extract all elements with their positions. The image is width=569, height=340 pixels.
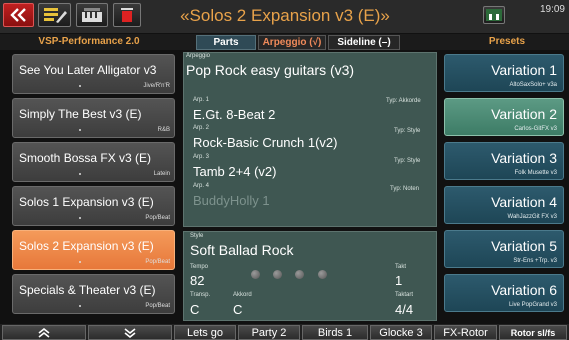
quick-button[interactable]: Birds 1 bbox=[302, 325, 368, 340]
style-item[interactable]: Specials & Theater v3 (E) Pop/Beat bbox=[12, 274, 175, 314]
taktart-label: Taktart bbox=[395, 292, 414, 298]
arp-value[interactable]: Tamb 2+4 (v2) bbox=[193, 164, 276, 179]
style-item-selected[interactable]: Solos 2 Expansion v3 (E) Pop/Beat bbox=[12, 230, 175, 270]
beat-indicator bbox=[295, 270, 304, 279]
variation-button[interactable]: Variation 3 Folk Musette v3 bbox=[444, 142, 564, 180]
pitch-bend-icon bbox=[486, 9, 502, 21]
quick-button[interactable]: FX-Rotor bbox=[434, 325, 497, 340]
arpeggio-label: Arpeggio bbox=[186, 53, 211, 59]
tab-sideline[interactable]: Sideline (–) bbox=[328, 35, 400, 50]
akkord-label: Akkord bbox=[233, 292, 252, 298]
arp-value[interactable]: Rock-Basic Crunch 1(v2) bbox=[193, 135, 338, 150]
variation-button[interactable]: Variation 6 Live PopGrand v3 bbox=[444, 274, 564, 312]
double-chevron-down-icon bbox=[124, 327, 136, 338]
arp-type: Typ: Noten bbox=[390, 186, 420, 192]
edit-style-icon bbox=[43, 8, 67, 23]
takt-value: 1 bbox=[395, 273, 403, 288]
back-button[interactable] bbox=[3, 3, 34, 27]
arp-label: Arp. 4 bbox=[193, 183, 210, 189]
scroll-down-button[interactable] bbox=[88, 325, 172, 340]
variation-button[interactable]: Variation 4 WahJazzGit FX v3 bbox=[444, 186, 564, 224]
scroll-up-button[interactable] bbox=[2, 325, 86, 340]
style-item[interactable]: Solos 1 Expansion v3 (E) Pop/Beat bbox=[12, 186, 175, 226]
takt-label: Takt bbox=[395, 264, 407, 270]
arp-type: Typ: Style bbox=[394, 158, 421, 164]
double-chevron-up-icon bbox=[38, 327, 50, 338]
arp-type: Typ: Akkorde bbox=[386, 98, 421, 104]
style-name: Soft Ballad Rock bbox=[190, 242, 294, 258]
style-item[interactable]: Simply The Best v3 (E) R&B bbox=[12, 98, 175, 138]
arp-value[interactable]: BuddyHolly 1 bbox=[193, 193, 270, 208]
arpeggio-name: Pop Rock easy guitars (v3) bbox=[186, 62, 355, 78]
style-item[interactable]: Smooth Bossa FX v3 (E) Latein bbox=[12, 142, 175, 182]
presets-title: Presets bbox=[488, 36, 526, 47]
arp-label: Arp. 3 bbox=[193, 154, 210, 160]
quick-button[interactable]: Glocke 3 bbox=[370, 325, 432, 340]
beat-indicator bbox=[273, 270, 282, 279]
quick-button[interactable]: Rotor sl/fs bbox=[499, 325, 567, 340]
keyboard-icon bbox=[82, 8, 102, 22]
style-label: Style bbox=[190, 233, 204, 239]
transp-label: Transp. bbox=[190, 292, 211, 298]
arp-value[interactable]: E.Gt. 8-Beat 2 bbox=[193, 107, 275, 122]
quick-button[interactable]: Party 2 bbox=[238, 325, 300, 340]
edit-button[interactable] bbox=[38, 3, 71, 27]
beat-indicator bbox=[251, 270, 260, 279]
variation-button[interactable]: Variation 1 AltoSaxSolo+ v3a bbox=[444, 54, 564, 92]
double-chevron-left-icon bbox=[9, 8, 26, 22]
page-title: «Solos 2 Expansion v3 (E)» bbox=[180, 6, 390, 25]
tempo-label: Tempo bbox=[190, 264, 209, 270]
clock: 19:09 bbox=[539, 4, 565, 15]
style-list-title: VSP-Performance 2.0 bbox=[38, 36, 140, 47]
trash-icon bbox=[121, 8, 133, 22]
style-item[interactable]: See You Later Alligator v3 Jive/R'n'R bbox=[12, 54, 175, 94]
akkord-value: C bbox=[233, 302, 243, 317]
transp-value[interactable]: C bbox=[190, 302, 199, 317]
beat-indicator bbox=[318, 270, 327, 279]
delete-button[interactable] bbox=[113, 3, 141, 27]
tab-arpeggio[interactable]: Arpeggio (√) bbox=[258, 35, 326, 50]
tab-parts[interactable]: Parts bbox=[196, 35, 256, 50]
quick-button[interactable]: Lets go bbox=[174, 325, 236, 340]
tempo-value[interactable]: 82 bbox=[190, 273, 204, 288]
variation-button-selected[interactable]: Variation 2 Carlos-GitFX v3 bbox=[444, 98, 564, 136]
keyboard-button[interactable] bbox=[76, 3, 108, 27]
taktart-value: 4/4 bbox=[395, 302, 414, 317]
pitch-button[interactable] bbox=[483, 6, 505, 24]
variation-button[interactable]: Variation 5 Str-Ens +Trp. v3 bbox=[444, 230, 564, 268]
arp-label: Arp. 2 bbox=[193, 125, 210, 131]
arp-type: Typ: Style bbox=[394, 128, 421, 134]
arp-label: Arp. 1 bbox=[193, 97, 210, 103]
